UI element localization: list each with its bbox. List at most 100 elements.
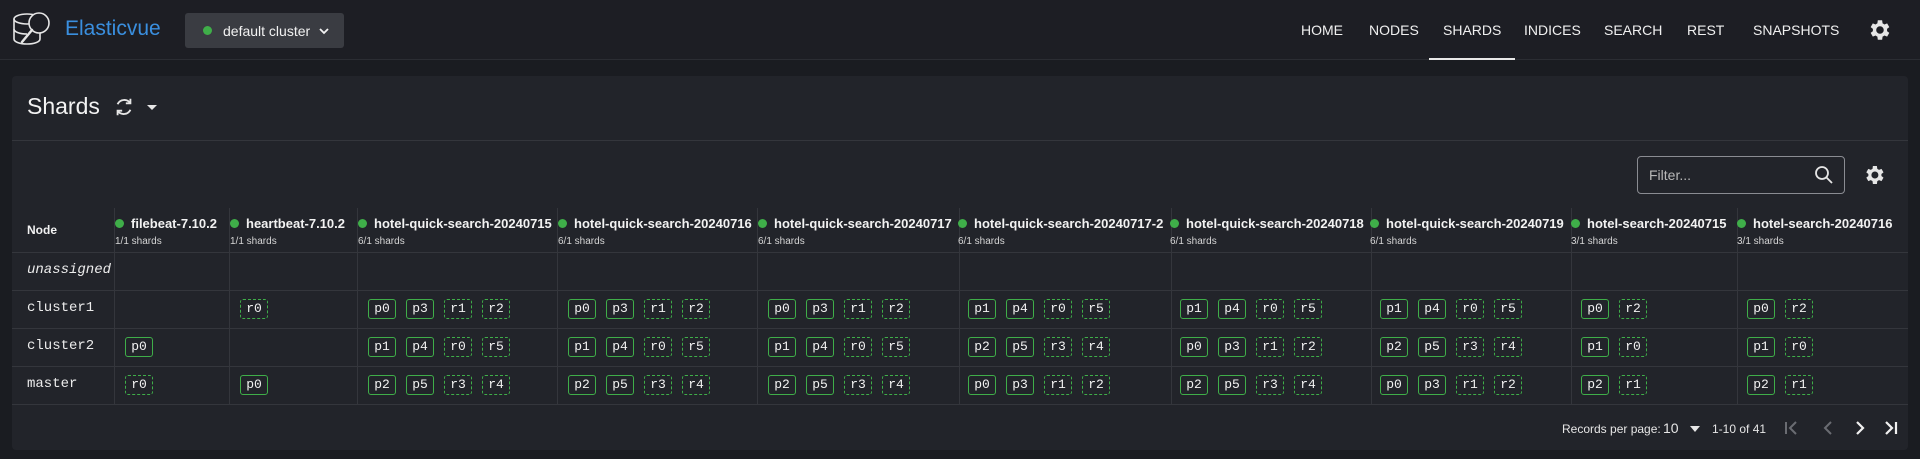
next-page-icon[interactable]	[1850, 418, 1870, 438]
nav-home[interactable]: HOME	[1301, 0, 1343, 60]
primary-shard-badge[interactable]: p4	[1218, 299, 1246, 319]
replica-shard-badge[interactable]: r5	[1294, 299, 1322, 319]
replica-shard-badge[interactable]: r5	[1082, 299, 1110, 319]
primary-shard-badge[interactable]: p2	[368, 375, 396, 395]
primary-shard-badge[interactable]: p1	[1380, 299, 1408, 319]
replica-shard-badge[interactable]: r1	[1456, 375, 1484, 395]
primary-shard-badge[interactable]: p1	[768, 337, 796, 357]
settings-gear-icon[interactable]	[1866, 17, 1892, 43]
replica-shard-badge[interactable]: r2	[1619, 299, 1647, 319]
primary-shard-badge[interactable]: p1	[1180, 299, 1208, 319]
primary-shard-badge[interactable]: p0	[240, 375, 268, 395]
primary-shard-badge[interactable]: p4	[406, 337, 434, 357]
replica-shard-badge[interactable]: r0	[1619, 337, 1647, 357]
replica-shard-badge[interactable]: r3	[844, 375, 872, 395]
primary-shard-badge[interactable]: p5	[1218, 375, 1246, 395]
caret-down-icon[interactable]	[1689, 424, 1701, 434]
replica-shard-badge[interactable]: r2	[482, 299, 510, 319]
cluster-selector-button[interactable]: default cluster	[185, 13, 344, 48]
replica-shard-badge[interactable]: r1	[444, 299, 472, 319]
replica-shard-badge[interactable]: r0	[844, 337, 872, 357]
nav-snapshots[interactable]: SNAPSHOTS	[1753, 0, 1839, 60]
primary-shard-badge[interactable]: p1	[368, 337, 396, 357]
app-brand[interactable]: Elasticvue	[65, 17, 161, 41]
primary-shard-badge[interactable]: p0	[1380, 375, 1408, 395]
nav-search[interactable]: SEARCH	[1604, 0, 1662, 60]
primary-shard-badge[interactable]: p0	[1581, 299, 1609, 319]
replica-shard-badge[interactable]: r4	[682, 375, 710, 395]
replica-shard-badge[interactable]: r2	[1082, 375, 1110, 395]
primary-shard-badge[interactable]: p5	[1006, 337, 1034, 357]
primary-shard-badge[interactable]: p1	[1581, 337, 1609, 357]
replica-shard-badge[interactable]: r0	[125, 375, 153, 395]
primary-shard-badge[interactable]: p2	[1581, 375, 1609, 395]
primary-shard-badge[interactable]: p3	[1218, 337, 1246, 357]
primary-shard-badge[interactable]: p0	[768, 299, 796, 319]
replica-shard-badge[interactable]: r2	[682, 299, 710, 319]
replica-shard-badge[interactable]: r4	[482, 375, 510, 395]
nav-nodes[interactable]: NODES	[1369, 0, 1419, 60]
primary-shard-badge[interactable]: p1	[968, 299, 996, 319]
primary-shard-badge[interactable]: p0	[568, 299, 596, 319]
primary-shard-badge[interactable]: p2	[1380, 337, 1408, 357]
replica-shard-badge[interactable]: r5	[1494, 299, 1522, 319]
primary-shard-badge[interactable]: p4	[1006, 299, 1034, 319]
primary-shard-badge[interactable]: p3	[1006, 375, 1034, 395]
previous-page-icon[interactable]	[1818, 418, 1838, 438]
primary-shard-badge[interactable]: p1	[568, 337, 596, 357]
replica-shard-badge[interactable]: r0	[1785, 337, 1813, 357]
primary-shard-badge[interactable]: p4	[1418, 299, 1446, 319]
filter-input[interactable]	[1638, 157, 1808, 193]
table-settings-gear-icon[interactable]	[1862, 163, 1886, 187]
replica-shard-badge[interactable]: r4	[1082, 337, 1110, 357]
nav-shards[interactable]: SHARDS	[1428, 0, 1516, 60]
elasticvue-logo-icon[interactable]	[10, 8, 54, 52]
replica-shard-badge[interactable]: r3	[444, 375, 472, 395]
primary-shard-badge[interactable]: p2	[768, 375, 796, 395]
caret-down-icon[interactable]	[144, 99, 160, 115]
records-per-page-select[interactable]: 10	[1663, 420, 1679, 436]
replica-shard-badge[interactable]: r0	[240, 299, 268, 319]
primary-shard-badge[interactable]: p2	[1180, 375, 1208, 395]
nav-rest[interactable]: REST	[1687, 0, 1724, 60]
replica-shard-badge[interactable]: r1	[1044, 375, 1072, 395]
primary-shard-badge[interactable]: p5	[1418, 337, 1446, 357]
nav-indices[interactable]: INDICES	[1524, 0, 1581, 60]
primary-shard-badge[interactable]: p3	[406, 299, 434, 319]
primary-shard-badge[interactable]: p3	[1418, 375, 1446, 395]
last-page-icon[interactable]	[1881, 418, 1901, 438]
primary-shard-badge[interactable]: p0	[1180, 337, 1208, 357]
replica-shard-badge[interactable]: r4	[882, 375, 910, 395]
primary-shard-badge[interactable]: p5	[406, 375, 434, 395]
filter-field[interactable]	[1637, 156, 1845, 194]
primary-shard-badge[interactable]: p3	[806, 299, 834, 319]
primary-shard-badge[interactable]: p3	[606, 299, 634, 319]
primary-shard-badge[interactable]: p5	[606, 375, 634, 395]
replica-shard-badge[interactable]: r1	[1256, 337, 1284, 357]
first-page-icon[interactable]	[1781, 418, 1801, 438]
primary-shard-badge[interactable]: p0	[968, 375, 996, 395]
primary-shard-badge[interactable]: p2	[1747, 375, 1775, 395]
primary-shard-badge[interactable]: p2	[968, 337, 996, 357]
replica-shard-badge[interactable]: r3	[644, 375, 672, 395]
replica-shard-badge[interactable]: r3	[1256, 375, 1284, 395]
primary-shard-badge[interactable]: p2	[568, 375, 596, 395]
refresh-icon[interactable]	[113, 96, 135, 118]
replica-shard-badge[interactable]: r1	[1619, 375, 1647, 395]
primary-shard-badge[interactable]: p4	[806, 337, 834, 357]
primary-shard-badge[interactable]: p1	[1747, 337, 1775, 357]
replica-shard-badge[interactable]: r5	[882, 337, 910, 357]
replica-shard-badge[interactable]: r4	[1294, 375, 1322, 395]
replica-shard-badge[interactable]: r3	[1044, 337, 1072, 357]
replica-shard-badge[interactable]: r0	[644, 337, 672, 357]
primary-shard-badge[interactable]: p4	[606, 337, 634, 357]
primary-shard-badge[interactable]: p0	[125, 337, 153, 357]
replica-shard-badge[interactable]: r0	[1456, 299, 1484, 319]
replica-shard-badge[interactable]: r1	[1785, 375, 1813, 395]
replica-shard-badge[interactable]: r0	[1256, 299, 1284, 319]
replica-shard-badge[interactable]: r0	[444, 337, 472, 357]
replica-shard-badge[interactable]: r3	[1456, 337, 1484, 357]
replica-shard-badge[interactable]: r2	[1294, 337, 1322, 357]
replica-shard-badge[interactable]: r2	[882, 299, 910, 319]
replica-shard-badge[interactable]: r1	[644, 299, 672, 319]
